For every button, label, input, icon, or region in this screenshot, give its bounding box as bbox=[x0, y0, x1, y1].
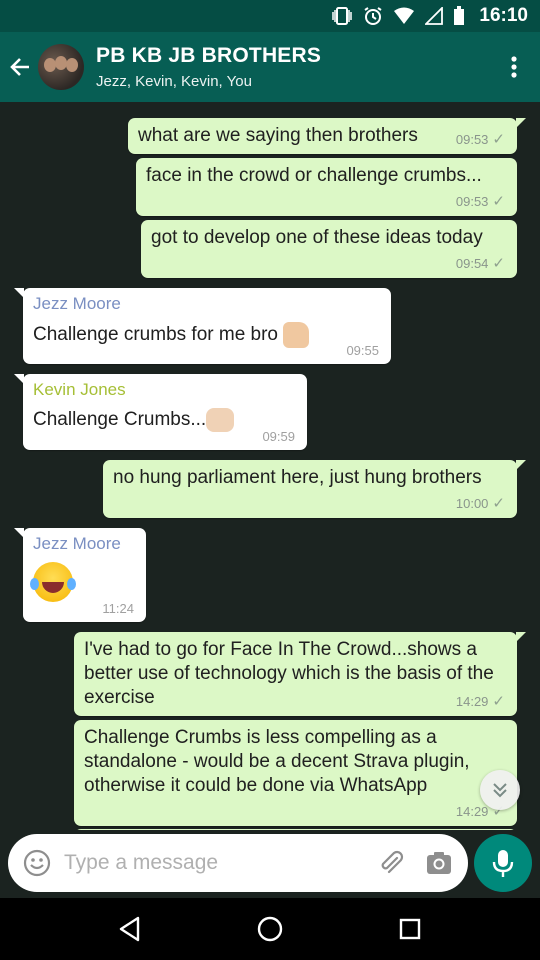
sent-check-icon: ✓ bbox=[492, 193, 505, 210]
message-time: 10:00 bbox=[455, 495, 489, 511]
message-time: 14:29 bbox=[455, 803, 489, 819]
double-chevron-down-icon bbox=[493, 783, 507, 798]
message-outgoing-partial[interactable] bbox=[74, 829, 517, 830]
message-text: face in the crowd or challenge crumbs... bbox=[146, 165, 482, 186]
arrow-left-icon bbox=[10, 58, 29, 76]
battery-icon bbox=[453, 6, 465, 26]
message-time: 09:54 bbox=[455, 255, 489, 271]
nav-back-button[interactable] bbox=[106, 905, 154, 953]
message-outgoing[interactable]: got to develop one of these ideas today … bbox=[141, 220, 517, 278]
thumbs-up-emoji bbox=[283, 322, 310, 348]
camera-icon bbox=[427, 852, 451, 874]
paperclip-icon bbox=[381, 850, 404, 874]
message-composer bbox=[8, 834, 468, 892]
group-avatar[interactable] bbox=[38, 44, 84, 90]
sent-check-icon: ✓ bbox=[492, 131, 505, 148]
message-text: Challenge crumbs for me bro bbox=[33, 324, 278, 346]
chat-title: PB KB JB BROTHERS bbox=[96, 44, 322, 67]
message-outgoing[interactable]: what are we saying then brothers 09:53 ✓ bbox=[128, 118, 526, 154]
message-text: what are we saying then brothers bbox=[138, 125, 418, 146]
message-time: 09:53 bbox=[455, 193, 489, 209]
tears-of-joy-emoji bbox=[30, 562, 76, 602]
nav-home-button[interactable] bbox=[246, 905, 294, 953]
smiley-icon bbox=[23, 849, 51, 877]
sent-check-icon: ✓ bbox=[492, 693, 505, 710]
emoji-button[interactable] bbox=[20, 846, 54, 880]
sender-name: Jezz Moore bbox=[33, 294, 121, 313]
attach-button[interactable] bbox=[374, 846, 408, 880]
chat-participants: Jezz, Kevin, Kevin, You bbox=[96, 73, 252, 90]
chat-header: PB KB JB BROTHERS Jezz, Kevin, Kevin, Yo… bbox=[0, 32, 540, 102]
message-incoming[interactable]: Jezz Moore 11:24 bbox=[14, 528, 146, 622]
message-incoming[interactable]: Jezz Moore Challenge crumbs for me bro 0… bbox=[14, 288, 391, 364]
message-outgoing[interactable]: Challenge Crumbs is less compelling as a… bbox=[74, 720, 517, 826]
message-text: Challenge Crumbs is less compelling as a… bbox=[84, 727, 470, 796]
message-outgoing[interactable]: no hung parliament here, just hung broth… bbox=[103, 460, 526, 518]
voice-message-button[interactable] bbox=[474, 834, 532, 892]
sender-name: Jezz Moore bbox=[33, 534, 121, 553]
vibrate-icon bbox=[331, 7, 353, 25]
message-time: 09:55 bbox=[346, 343, 379, 358]
message-text: got to develop one of these ideas today bbox=[151, 227, 483, 248]
message-time: 09:53 bbox=[455, 131, 489, 147]
system-nav-bar bbox=[0, 898, 540, 960]
more-vert-icon bbox=[511, 56, 517, 78]
sent-check-icon: ✓ bbox=[492, 495, 505, 512]
chat-title-block[interactable]: PB KB JB BROTHERS Jezz, Kevin, Kevin, Yo… bbox=[96, 44, 494, 90]
fist-bump-emoji bbox=[206, 408, 235, 432]
message-time: 11:24 bbox=[102, 601, 134, 616]
status-time: 16:10 bbox=[479, 5, 528, 26]
back-button[interactable] bbox=[2, 42, 38, 92]
nav-recents-button[interactable] bbox=[386, 905, 434, 953]
microphone-icon bbox=[492, 850, 514, 877]
message-text: no hung parliament here, just hung broth… bbox=[113, 467, 482, 488]
scroll-to-bottom-button[interactable] bbox=[480, 770, 520, 810]
circle-home-icon bbox=[257, 916, 283, 942]
wifi-icon bbox=[393, 7, 415, 25]
square-recents-icon bbox=[399, 918, 421, 940]
message-outgoing[interactable]: face in the crowd or challenge crumbs...… bbox=[136, 158, 517, 216]
message-outgoing[interactable]: I've had to go for Face In The Crowd...s… bbox=[74, 632, 526, 716]
message-input[interactable] bbox=[64, 851, 374, 875]
message-time: 14:29 bbox=[455, 693, 489, 709]
sent-check-icon: ✓ bbox=[492, 255, 505, 272]
message-text: Challenge Crumbs... bbox=[33, 409, 207, 431]
message-incoming[interactable]: Kevin Jones Challenge Crumbs... 09:59 bbox=[14, 374, 307, 450]
message-list[interactable]: what are we saying then brothers 09:53 ✓ … bbox=[0, 102, 540, 830]
alarm-icon bbox=[363, 6, 383, 26]
more-options-button[interactable] bbox=[494, 42, 534, 92]
status-bar: 16:10 bbox=[0, 0, 540, 32]
signal-icon bbox=[425, 7, 444, 25]
sender-name: Kevin Jones bbox=[33, 380, 126, 399]
message-text: I've had to go for Face In The Crowd...s… bbox=[84, 639, 494, 708]
camera-button[interactable] bbox=[422, 846, 456, 880]
message-time: 09:59 bbox=[262, 429, 295, 444]
triangle-back-icon bbox=[119, 916, 140, 942]
